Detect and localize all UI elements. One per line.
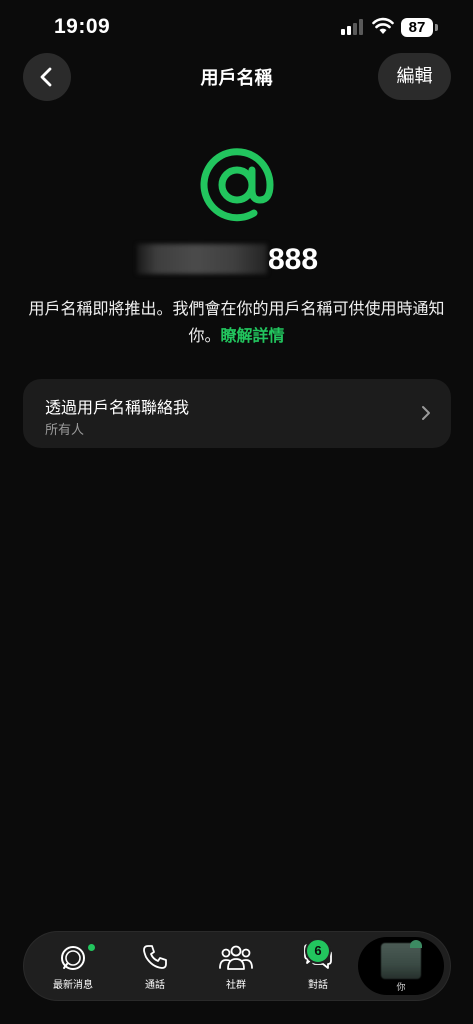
signal-icon xyxy=(341,19,363,35)
people-icon xyxy=(219,945,253,970)
chevron-right-icon xyxy=(422,406,430,420)
username-redacted xyxy=(137,244,267,274)
contact-via-username-setting[interactable]: 透過用戶名稱聯絡我 所有人 xyxy=(23,379,451,448)
wifi-icon xyxy=(372,17,394,34)
edit-button[interactable]: 編輯 xyxy=(378,53,451,100)
username-suffix: 888 xyxy=(268,243,319,276)
username-display: 888 xyxy=(0,240,473,280)
tab-calls-label: 通話 xyxy=(145,980,165,991)
tab-community[interactable]: 社群 xyxy=(195,932,277,1000)
status-time: 19:09 xyxy=(54,15,111,38)
setting-title: 透過用戶名稱聯絡我 xyxy=(45,398,190,417)
news-unread-dot xyxy=(88,944,95,951)
news-ring-icon xyxy=(61,946,85,970)
battery-indicator: 87 xyxy=(401,18,433,37)
setting-value: 所有人 xyxy=(45,423,85,438)
tab-profile-label: 你 xyxy=(396,983,406,993)
status-bar: 19:09 87 xyxy=(0,0,473,56)
tab-chats-label: 對話 xyxy=(308,980,328,991)
bottom-tab-bar: 最新消息 通話 社群 對話 你 xyxy=(24,932,450,1000)
description: 用戶名稱即將推出。我們會在你的用戶名稱可供使用時通知你。瞭解詳情 xyxy=(26,295,447,349)
avatar-status xyxy=(410,940,422,948)
battery-tip xyxy=(435,24,438,31)
learn-more-link[interactable]: 瞭解詳情 xyxy=(221,326,285,345)
tab-profile[interactable]: 你 xyxy=(358,937,444,995)
avatar xyxy=(381,943,421,979)
phone-icon xyxy=(143,945,167,969)
chats-unread-badge: 6 xyxy=(305,938,331,964)
tab-community-label: 社群 xyxy=(226,980,246,991)
tab-calls[interactable]: 通話 xyxy=(114,932,196,1000)
tab-news[interactable]: 最新消息 xyxy=(32,932,114,1000)
at-sign-icon xyxy=(200,148,274,222)
tab-news-label: 最新消息 xyxy=(53,980,93,991)
